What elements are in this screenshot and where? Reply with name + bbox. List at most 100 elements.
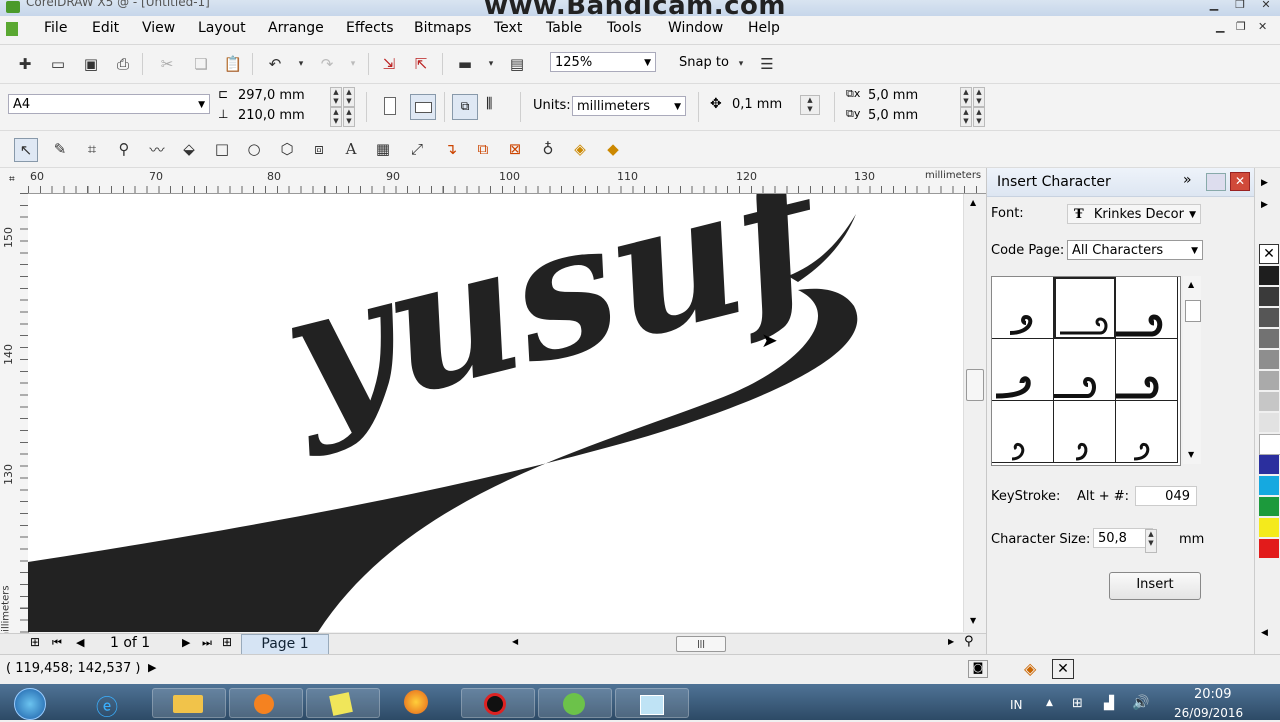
color-swatch[interactable] [1259, 329, 1279, 348]
page-height-field[interactable]: 210,0 mm [238, 108, 305, 123]
connector-tool-icon[interactable]: ↴ [440, 138, 462, 160]
tray-expand-icon[interactable]: ▲ [1046, 698, 1053, 708]
menu-bitmaps[interactable]: Bitmaps [414, 20, 471, 36]
menu-window[interactable]: Window [668, 20, 723, 36]
keystroke-field[interactable]: 049 [1135, 486, 1197, 506]
glyph-cell[interactable] [1054, 339, 1116, 401]
close-icon[interactable]: ✕ [1256, 0, 1276, 12]
firefox-icon[interactable] [404, 690, 428, 714]
palette-scroll-down-icon[interactable]: ◀ [1261, 628, 1268, 638]
document-icon[interactable] [6, 22, 18, 36]
color-swatch[interactable] [1259, 392, 1279, 411]
duplicate-x-field[interactable]: 5,0 mm [868, 88, 918, 103]
docker-close-icon[interactable]: ✕ [1230, 172, 1250, 191]
color-proof-icon[interactable]: ◙ [968, 660, 988, 678]
menu-view[interactable]: View [142, 20, 175, 36]
navigator-zoom-icon[interactable]: ⚲ [964, 634, 974, 649]
grid-scrollbar[interactable]: ▲ ▼ [1183, 276, 1201, 464]
character-size-field[interactable]: 50,8 [1093, 528, 1153, 548]
snap-to-button[interactable]: Snap to [679, 55, 729, 70]
dup-x-spinner-2[interactable]: ▲ ▼ [973, 87, 985, 107]
next-page-icon[interactable]: ▶ [182, 636, 190, 649]
copy-icon[interactable]: ❏ [190, 53, 212, 75]
welcome-screen-icon[interactable]: ▤ [506, 53, 528, 75]
rectangle-tool-icon[interactable]: □ [211, 138, 233, 160]
export-icon[interactable]: ⇱ [410, 53, 432, 75]
minimize-icon[interactable]: ▁ [1204, 0, 1224, 12]
glyph-cell[interactable] [992, 401, 1054, 463]
code-page-dropdown[interactable]: All Characters ▼ [1067, 240, 1203, 260]
freehand-tool-icon[interactable]: 〰 [146, 138, 168, 160]
volume-icon[interactable]: 🔊 [1132, 695, 1149, 711]
no-color-swatch[interactable]: ✕ [1259, 244, 1279, 264]
color-swatch[interactable] [1259, 308, 1279, 327]
smart-fill-icon[interactable]: ⬙ [178, 138, 200, 160]
eyedropper-tool-icon[interactable]: ♁ [537, 138, 559, 160]
nudge-distance-field[interactable]: 0,1 mm [732, 97, 782, 112]
menu-file[interactable]: File [44, 20, 67, 36]
print-icon[interactable]: ⎙ [112, 53, 134, 75]
interactive-fill-icon[interactable]: ◆ [602, 138, 624, 160]
color-swatch[interactable] [1259, 287, 1279, 306]
menu-effects[interactable]: Effects [346, 20, 394, 36]
status-expand-icon[interactable]: ▶ [148, 661, 156, 674]
font-dropdown[interactable]: Ŧ Krinkes Decor ▼ [1067, 204, 1201, 224]
application-launcher-icon[interactable]: ▬ [454, 53, 476, 75]
page-size-dropdown[interactable]: A4 ▼ [8, 94, 210, 114]
vertical-ruler[interactable]: 150 140 130 millimeters [0, 193, 29, 642]
prev-page-icon[interactable]: ◀ [76, 636, 84, 649]
last-page-icon[interactable]: ⏭ [202, 636, 212, 650]
page-width-field[interactable]: 297,0 mm [238, 88, 305, 103]
grid-scroll-thumb[interactable] [1185, 300, 1201, 322]
grid-scroll-up-icon[interactable]: ▲ [1188, 280, 1194, 289]
paste-icon[interactable]: 📋 [222, 53, 244, 75]
shape-tool-icon[interactable]: ✎ [49, 138, 71, 160]
dup-y-spinner-2[interactable]: ▲ ▼ [973, 107, 985, 127]
glyph-cell[interactable] [1116, 339, 1178, 401]
docker-minimize-icon[interactable] [1206, 173, 1226, 191]
all-pages-icon[interactable]: ⧉ [452, 94, 478, 120]
taskbar-bandicam[interactable] [461, 688, 535, 718]
options-icon[interactable]: ☰ [756, 53, 778, 75]
clock-date[interactable]: 26/09/2016 [1174, 706, 1243, 720]
menu-edit[interactable]: Edit [92, 20, 119, 36]
palette-scroll-up-icon[interactable]: ▶ [1261, 178, 1268, 188]
polygon-tool-icon[interactable]: ⬡ [276, 138, 298, 160]
taskbar-notes[interactable] [306, 688, 380, 718]
landscape-button[interactable] [410, 94, 436, 120]
dup-x-spinner[interactable]: ▲ ▼ [960, 87, 972, 107]
new-icon[interactable]: ✚ [14, 53, 36, 75]
tab-page-1[interactable]: Page 1 [241, 634, 329, 655]
menu-table[interactable]: Table [546, 20, 582, 36]
current-page-icon[interactable]: ⫼ [486, 96, 492, 112]
horizontal-ruler[interactable]: 60 70 80 90 100 110 120 130 millimeters [28, 168, 986, 194]
tray-signal-icon[interactable]: ▟ [1104, 696, 1114, 711]
color-swatch[interactable] [1259, 455, 1279, 474]
units-dropdown[interactable]: millimeters ▼ [572, 96, 686, 116]
width-spinner-2[interactable]: ▲ ▼ [343, 87, 355, 107]
vertical-scrollbar[interactable]: ▲ ▼ [963, 194, 986, 632]
glyph-cell-selected[interactable] [1054, 277, 1116, 339]
ellipse-tool-icon[interactable]: ○ [243, 138, 265, 160]
redo-dropdown-icon[interactable]: ▾ [342, 53, 364, 75]
scroll-right-icon[interactable]: ▶ [948, 637, 954, 646]
vertical-scroll-thumb[interactable] [966, 369, 984, 401]
insert-button[interactable]: Insert [1109, 572, 1201, 600]
scroll-down-icon[interactable]: ▼ [970, 616, 976, 625]
menu-tools[interactable]: Tools [607, 20, 642, 36]
color-swatch[interactable] [1259, 539, 1279, 558]
color-swatch[interactable] [1259, 371, 1279, 390]
crop-tool-icon[interactable]: ⌗ [81, 138, 103, 160]
cut-icon[interactable]: ✂ [156, 53, 178, 75]
open-icon[interactable]: ▭ [47, 53, 69, 75]
grid-scroll-down-icon[interactable]: ▼ [1188, 450, 1194, 459]
character-grid[interactable] [991, 276, 1181, 466]
undo-dropdown-icon[interactable]: ▾ [290, 53, 312, 75]
transparency-tool-icon[interactable]: ⊠ [504, 138, 526, 160]
menu-text[interactable]: Text [494, 20, 522, 36]
text-tool-icon[interactable]: A [340, 138, 362, 160]
glyph-cell[interactable] [1116, 401, 1178, 463]
glyph-cell[interactable] [1116, 277, 1178, 339]
dup-y-spinner[interactable]: ▲ ▼ [960, 107, 972, 127]
height-spinner-2[interactable]: ▲ ▼ [343, 107, 355, 127]
